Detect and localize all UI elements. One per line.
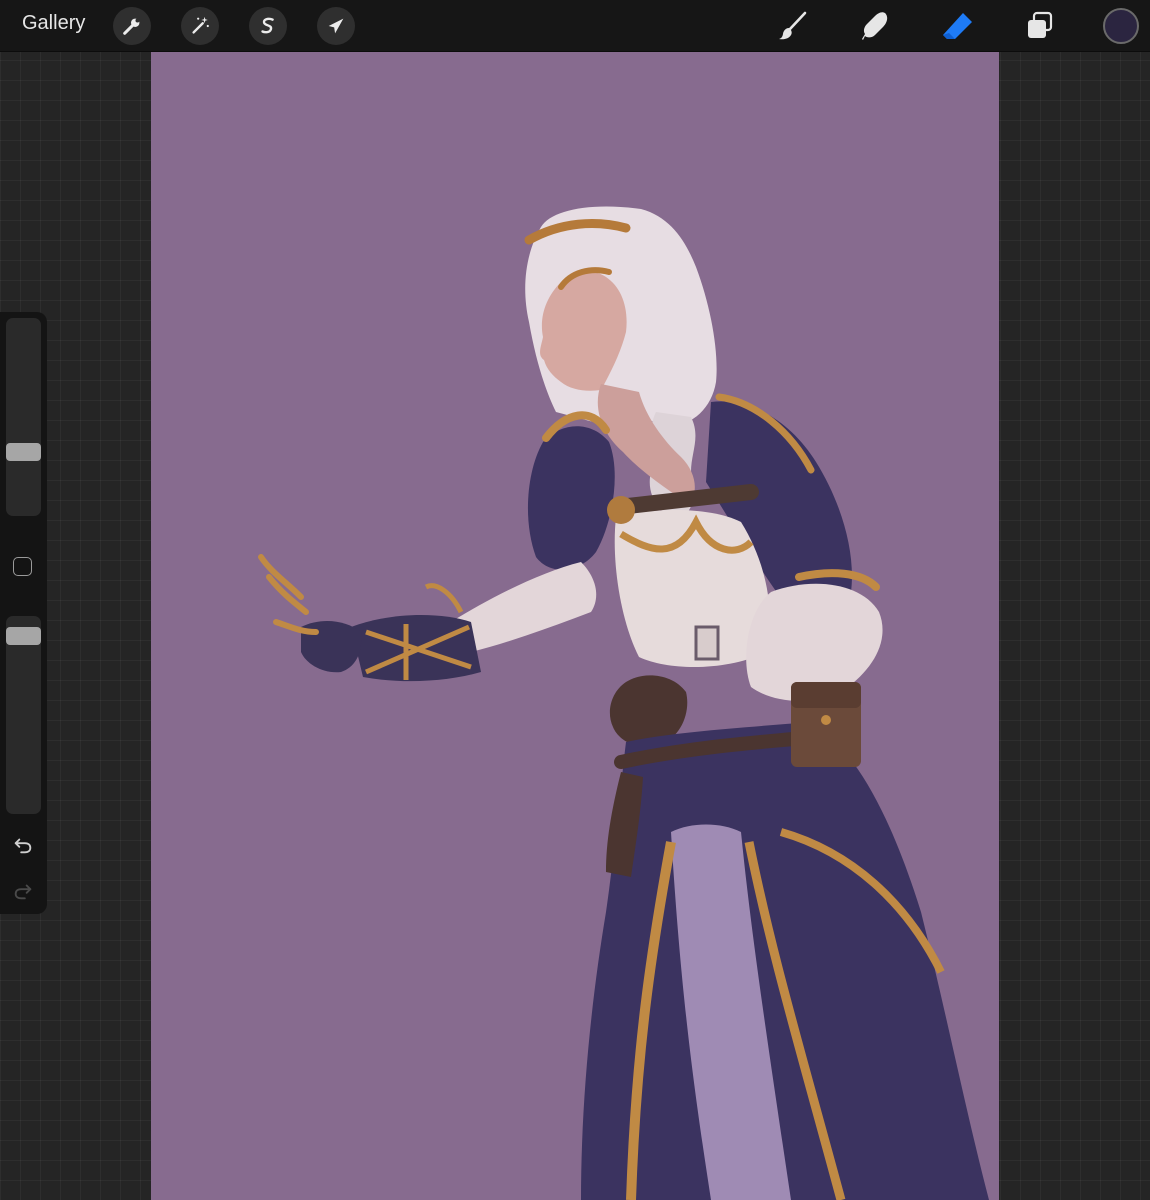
color-swatch[interactable] [1103,8,1139,44]
brush-size-slider[interactable] [6,318,41,516]
gallery-button[interactable]: Gallery [22,12,85,35]
smudge-button[interactable] [858,8,894,44]
selection-button[interactable] [249,7,287,45]
brush-button[interactable] [775,8,811,44]
top-toolbar: Gallery [0,0,1150,52]
eraser-icon [943,13,972,39]
transform-button[interactable] [317,7,355,45]
eraser-button[interactable] [940,8,976,44]
layers-button[interactable] [1022,8,1058,44]
undo-button[interactable] [10,832,36,858]
modify-button[interactable] [13,557,32,576]
adjustments-button[interactable] [181,7,219,45]
layers-icon [1028,11,1053,38]
character-painting [258,206,989,1200]
opacity-thumb[interactable] [6,626,41,645]
wrench-icon [123,18,140,35]
arrow-cursor-icon [328,18,344,34]
opacity-slider[interactable] [6,616,41,814]
actions-button[interactable] [113,7,151,45]
drawing-canvas[interactable] [151,52,999,1200]
smudge-finger-icon [862,12,888,40]
redo-button[interactable] [10,878,36,904]
brush-size-thumb[interactable] [6,443,41,462]
undo-icon [14,838,32,854]
redo-icon [14,884,32,900]
selection-s-icon [261,17,274,34]
magic-wand-icon [192,16,209,34]
brush-icon [779,11,807,40]
left-sidebar [0,312,47,914]
